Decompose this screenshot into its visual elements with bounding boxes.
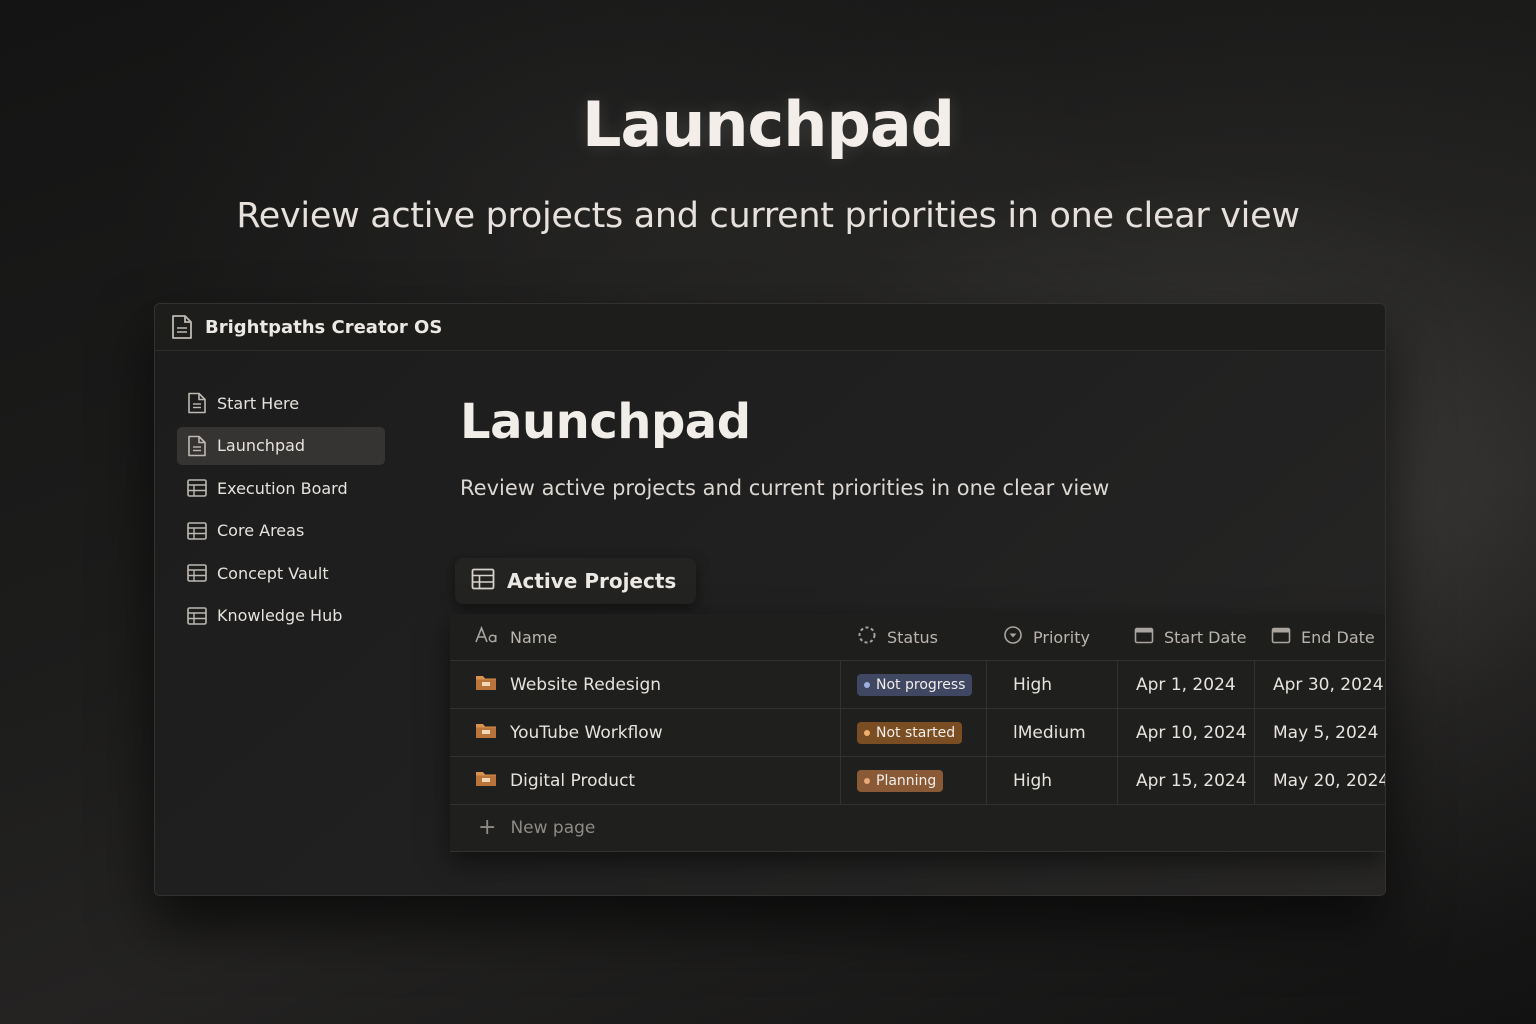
- app-window: Brightpaths Creator OS Start Here Launch…: [154, 303, 1386, 896]
- table-icon: [471, 568, 495, 594]
- sidebar-item-label: Start Here: [217, 393, 300, 413]
- table-icon: [187, 564, 207, 583]
- table-header: Name Status Priority Start Date End Date: [450, 614, 1385, 661]
- table-row[interactable]: YouTube Workflow Not started lMedium Apr…: [450, 709, 1385, 757]
- folder-icon: [474, 672, 498, 697]
- document-icon: [187, 392, 207, 414]
- status-dot: [864, 777, 870, 784]
- sidebar-item-concept-vault[interactable]: Concept Vault: [177, 554, 385, 592]
- sidebar-item-launchpad[interactable]: Launchpad: [177, 426, 385, 465]
- hero-title: Launchpad: [581, 88, 955, 161]
- cell-name[interactable]: Digital Product: [450, 757, 841, 804]
- page-content: Launchpad Review active projects and cur…: [450, 394, 1385, 852]
- column-label: Priority: [1033, 627, 1090, 647]
- hero-subtitle: Review active projects and current prior…: [236, 196, 1300, 236]
- column-label: Name: [510, 627, 558, 647]
- cell-status[interactable]: Not started: [841, 709, 987, 756]
- document-icon: [171, 314, 193, 340]
- cell-name[interactable]: YouTube Workflow: [450, 709, 841, 756]
- table-icon: [187, 521, 207, 540]
- page-description: Review active projects and current prior…: [460, 476, 1110, 500]
- status-dot: [864, 681, 870, 688]
- plus-icon: +: [478, 815, 497, 840]
- status-property-icon: [857, 625, 877, 649]
- column-label: End Date: [1301, 627, 1375, 647]
- table-row[interactable]: Website Redesign Not progress High Apr 1…: [450, 661, 1385, 709]
- cell-end-date[interactable]: May 5, 2024: [1255, 709, 1385, 756]
- new-page-label: New page: [510, 818, 596, 838]
- cell-start-date[interactable]: Apr 10, 2024: [1118, 709, 1255, 756]
- projects-table: Name Status Priority Start Date End Date: [450, 614, 1385, 852]
- sidebar-item-start-here[interactable]: Start Here: [177, 384, 385, 422]
- table-row[interactable]: Digital Product Planning High Apr 15, 20…: [450, 757, 1385, 805]
- sidebar-item-label: Concept Vault: [217, 563, 329, 583]
- project-name: Website Redesign: [510, 674, 662, 695]
- sidebar-item-core-areas[interactable]: Core Areas: [177, 512, 385, 550]
- cell-start-date[interactable]: Apr 15, 2024: [1118, 757, 1255, 804]
- page-title: Launchpad: [460, 394, 751, 450]
- cell-name[interactable]: Website Redesign: [450, 661, 841, 708]
- new-page-button[interactable]: + New page: [450, 805, 1385, 851]
- sidebar-item-label: Core Areas: [217, 521, 305, 541]
- calendar-icon: [1134, 626, 1154, 648]
- status-badge: Planning: [857, 769, 944, 792]
- sidebar-item-knowledge-hub[interactable]: Knowledge Hub: [177, 597, 385, 635]
- project-name: YouTube Workflow: [510, 722, 663, 743]
- sidebar-item-execution-board[interactable]: Execution Board: [177, 469, 385, 507]
- column-header-start-date[interactable]: Start Date: [1118, 614, 1255, 660]
- sidebar-item-label: Execution Board: [217, 478, 348, 498]
- workspace-title: Brightpaths Creator OS: [205, 316, 443, 338]
- cell-start-date[interactable]: Apr 1, 2024: [1118, 661, 1255, 708]
- folder-icon: [474, 720, 498, 745]
- sidebar-item-label: Launchpad: [217, 436, 306, 456]
- status-dot: [864, 729, 870, 736]
- status-badge: Not progress: [857, 673, 973, 696]
- cell-priority[interactable]: High: [987, 661, 1118, 708]
- table-icon: [187, 607, 207, 625]
- column-header-priority[interactable]: Priority: [987, 614, 1118, 660]
- column-header-status[interactable]: Status: [841, 614, 987, 660]
- document-icon: [187, 435, 207, 457]
- table-icon: [187, 479, 207, 497]
- view-tab-label: Active Projects: [507, 569, 677, 593]
- status-label: Planning: [876, 772, 937, 789]
- column-label: Status: [887, 627, 938, 647]
- status-label: Not started: [876, 724, 956, 741]
- cell-priority[interactable]: lMedium: [987, 709, 1118, 756]
- calendar-icon: [1271, 626, 1291, 648]
- cell-end-date[interactable]: Apr 30, 2024: [1255, 661, 1385, 708]
- text-property-icon: [474, 625, 498, 648]
- column-header-end-date[interactable]: End Date: [1255, 614, 1385, 660]
- status-label: Not progress: [876, 676, 966, 693]
- cell-status[interactable]: Not progress: [841, 661, 987, 708]
- view-tab-active-projects[interactable]: Active Projects: [455, 558, 697, 604]
- table-footer: + New page: [450, 805, 1385, 852]
- sidebar-item-label: Knowledge Hub: [217, 606, 343, 626]
- cell-status[interactable]: Planning: [841, 757, 987, 804]
- cell-end-date[interactable]: May 20, 2024: [1255, 757, 1385, 804]
- sidebar: Start Here Launchpad Execution Board Cor…: [177, 384, 385, 640]
- folder-icon: [474, 768, 498, 793]
- column-label: Start Date: [1164, 627, 1247, 647]
- column-header-name[interactable]: Name: [450, 614, 841, 660]
- cell-priority[interactable]: High: [987, 757, 1118, 804]
- status-badge: Not started: [857, 721, 963, 744]
- select-property-icon: [1003, 625, 1023, 649]
- project-name: Digital Product: [510, 770, 636, 791]
- window-titlebar: Brightpaths Creator OS: [155, 304, 1385, 351]
